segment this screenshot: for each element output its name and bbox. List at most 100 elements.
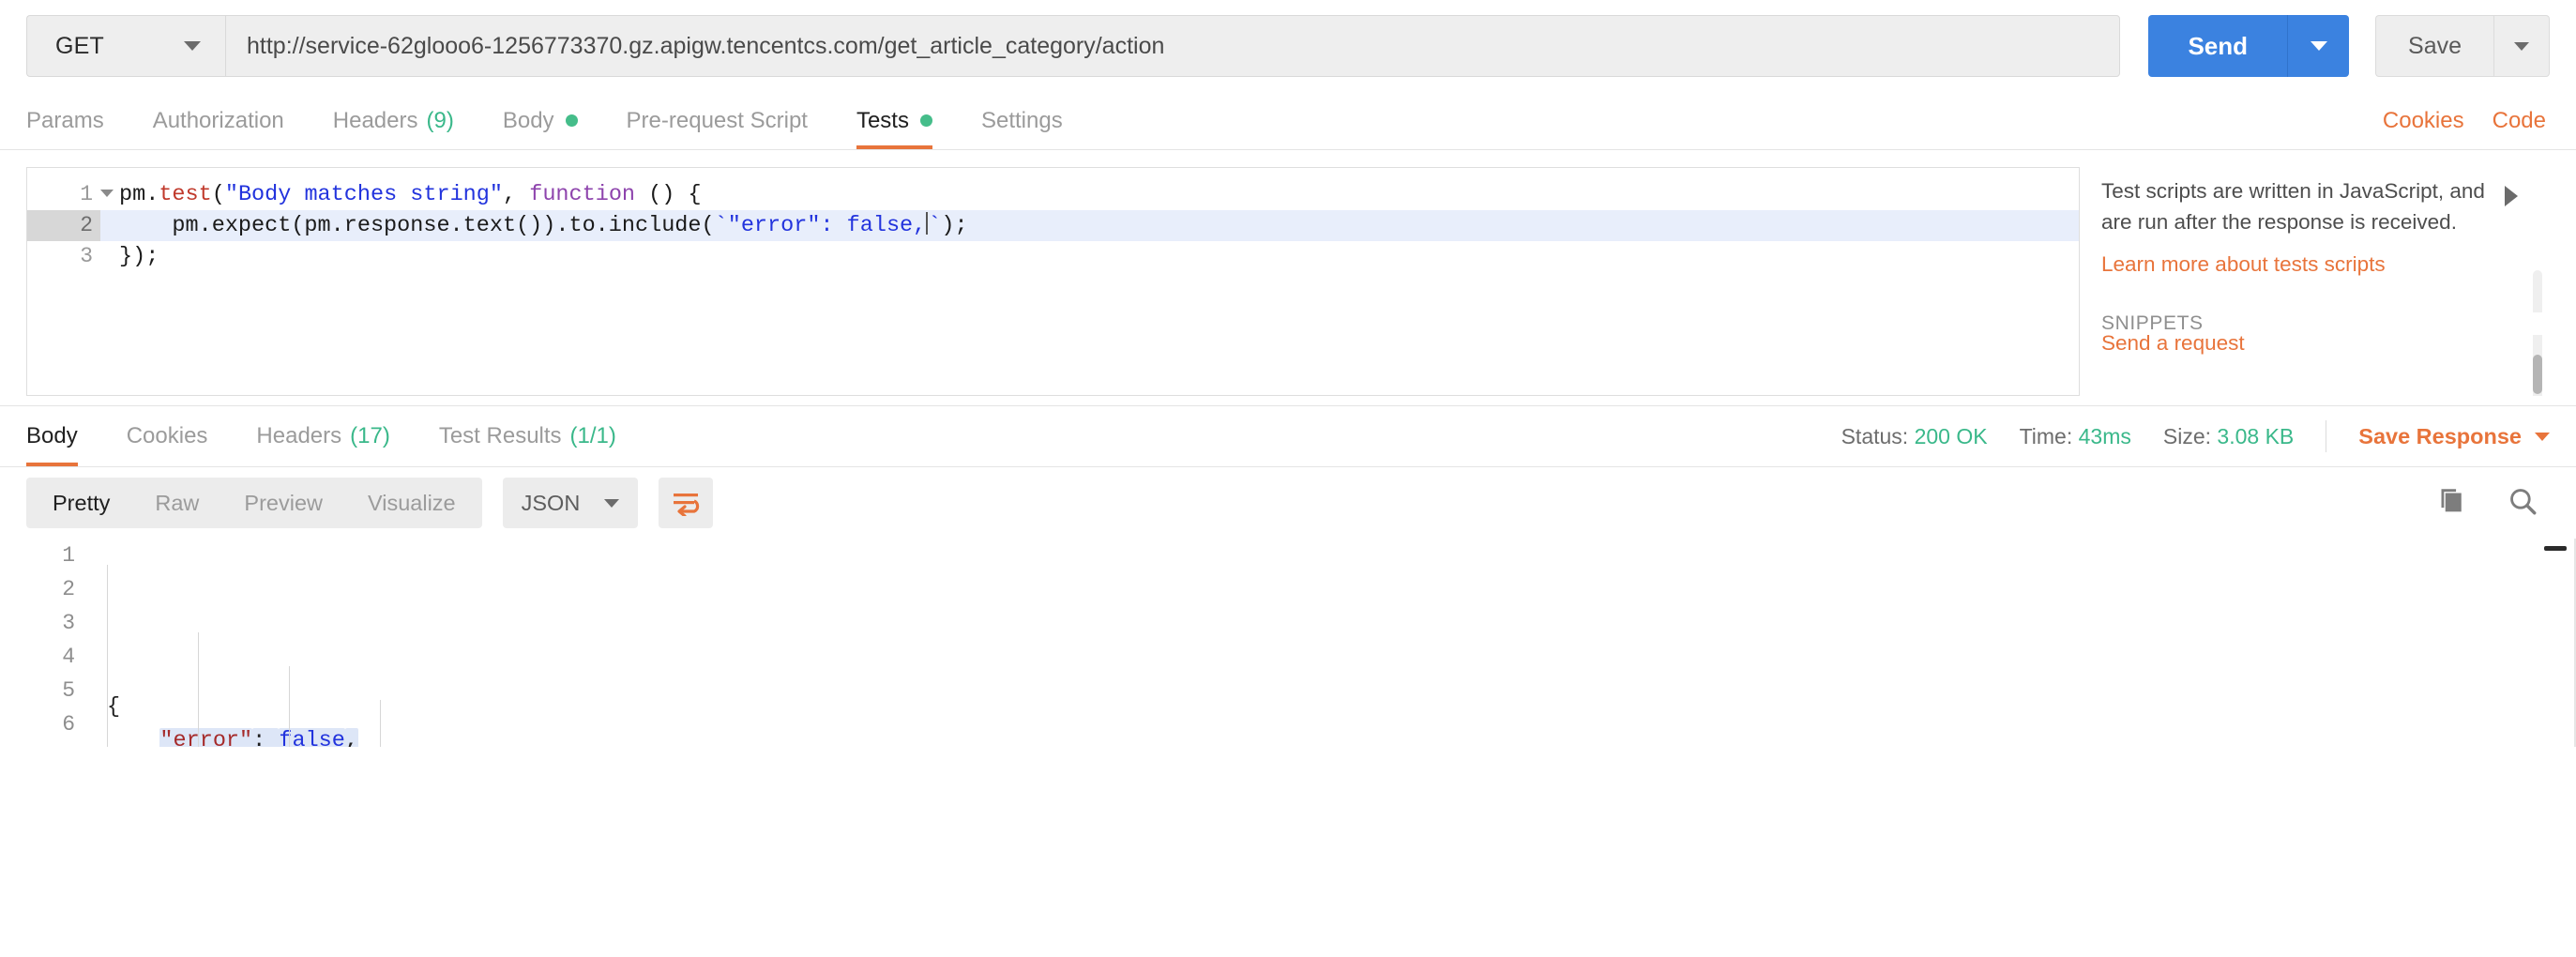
response-json-line: "error": false,: [107, 724, 2576, 747]
tab-label: Pre-request Script: [626, 107, 808, 133]
tab-label: Authorization: [152, 107, 284, 133]
request-url-input[interactable]: http://service-62glooo6-1256773370.gz.ap…: [225, 15, 2121, 77]
save-response-label: Save Response: [2358, 423, 2522, 448]
chevron-down-icon: [2514, 41, 2529, 51]
tests-docs-panel: Test scripts are written in JavaScript, …: [2081, 167, 2550, 396]
indent-guide: [289, 666, 290, 747]
word-wrap-toggle[interactable]: [659, 478, 714, 528]
tab-label: Headers: [256, 423, 342, 448]
code-token: `"error": false,: [714, 213, 927, 238]
json-token: ,: [344, 728, 358, 747]
editor-line-numbers: 12 3: [27, 168, 114, 395]
tab-tests[interactable]: Tests: [832, 92, 957, 149]
learn-more-link[interactable]: Learn more about tests scripts: [2101, 252, 2550, 277]
response-tab-test-results[interactable]: Test Results (1/1): [415, 406, 641, 466]
response-tab-headers[interactable]: Headers (17): [232, 406, 414, 466]
code-token: "Body matches string": [224, 182, 503, 207]
request-tab-bar: Params Authorization Headers (9) Body Pr…: [0, 92, 2576, 150]
search-icon: [2510, 488, 2537, 514]
size-label: Size:: [2162, 423, 2212, 448]
copy-button[interactable]: [2433, 485, 2465, 522]
body-view-mode-group: Pretty Raw Preview Visualize: [26, 478, 482, 528]
editor-code-line: });: [100, 241, 2079, 272]
editor-code-line: pm.expect(pm.response.text()).to.include…: [100, 210, 2079, 241]
cookies-link[interactable]: Cookies: [2383, 108, 2464, 134]
editor-code-line: pm.test("Body matches string", function …: [100, 179, 2079, 210]
chevron-down-icon: [2535, 432, 2550, 441]
code-link[interactable]: Code: [2493, 108, 2546, 134]
tests-editor-area: 12 3 pm.test("Body matches string", funct…: [0, 150, 2576, 396]
http-method-label: GET: [55, 32, 104, 59]
json-token: :: [252, 728, 280, 747]
status-dot-icon: [565, 114, 578, 127]
response-json-content[interactable]: { "error": false, "data": { "编程语言": [ { …: [84, 539, 2576, 747]
code-token: pm.: [119, 182, 159, 207]
snippets-scrollbar-thumb[interactable]: [2533, 355, 2542, 394]
save-options-button[interactable]: [2493, 15, 2550, 77]
tests-description: Test scripts are written in JavaScript, …: [2101, 179, 2485, 234]
save-response-button[interactable]: Save Response: [2358, 424, 2550, 449]
http-method-selector[interactable]: GET: [26, 15, 225, 77]
response-json-line: {: [107, 691, 2576, 724]
body-format-selector[interactable]: JSON: [502, 478, 639, 528]
view-mode-raw[interactable]: Raw: [132, 478, 221, 528]
tab-pre-request-script[interactable]: Pre-request Script: [602, 92, 832, 149]
response-body-viewer[interactable]: 123456789 { "error": false, "data": { "编…: [0, 539, 2576, 747]
code-token: test: [159, 182, 212, 207]
json-token: {: [107, 694, 121, 720]
snippets-header: SNIPPETS: [2101, 312, 2550, 336]
word-wrap-icon: [674, 494, 700, 516]
response-line-number: 6: [62, 712, 75, 737]
response-meta: Status: 200 OK Time: 43ms Size: 3.08 KB …: [1841, 406, 2550, 466]
copy-icon: [2441, 488, 2462, 511]
status-value: 200 OK: [1914, 423, 1988, 448]
view-mode-preview[interactable]: Preview: [221, 478, 345, 528]
tab-badge-count: (9): [426, 107, 454, 133]
triangle-right-icon[interactable]: [2505, 186, 2518, 206]
editor-line-number: 1: [27, 179, 114, 210]
indent-guide: [107, 565, 108, 747]
request-tabbar-actions: Cookies Code: [2383, 92, 2550, 149]
view-mode-visualize[interactable]: Visualize: [345, 478, 478, 528]
tab-label: Headers: [332, 107, 418, 133]
response-scrollbar-thumb[interactable]: [2544, 546, 2567, 551]
search-body-button[interactable]: [2507, 485, 2538, 522]
view-mode-pretty[interactable]: Pretty: [30, 478, 132, 528]
snippets-list: Send a requestStatus code: Code is 200Re…: [2101, 331, 2550, 396]
tab-label: Params: [26, 107, 104, 133]
save-button[interactable]: Save: [2375, 15, 2493, 77]
response-tab-bar: Body Cookies Headers (17) Test Results (…: [0, 405, 2576, 467]
response-line-number: 1: [62, 543, 75, 568]
response-line-numbers: 123456789: [26, 539, 84, 747]
tab-authorization[interactable]: Authorization: [129, 92, 309, 149]
size-meta: Size: 3.08 KB: [2163, 424, 2294, 449]
time-value: 43ms: [2078, 423, 2131, 448]
response-tab-body[interactable]: Body: [26, 406, 102, 466]
response-line-number: 5: [62, 678, 75, 703]
send-options-button[interactable]: [2287, 15, 2350, 77]
json-token: "error": [159, 728, 253, 747]
tab-settings[interactable]: Settings: [957, 92, 1087, 149]
code-token: pm.expect(pm.response.text()).to.include…: [119, 213, 715, 238]
tab-body[interactable]: Body: [478, 92, 602, 149]
send-button-group: Send: [2148, 15, 2350, 77]
editor-code-content[interactable]: pm.test("Body matches string", function …: [100, 168, 2079, 395]
send-button[interactable]: Send: [2148, 15, 2288, 77]
code-token: });: [119, 244, 159, 269]
tab-badge-count: (17): [350, 423, 390, 448]
request-url-bar: GET http://service-62glooo6-1256773370.g…: [0, 0, 2576, 92]
tab-params[interactable]: Params: [26, 92, 129, 149]
tests-code-editor[interactable]: 12 3 pm.test("Body matches string", funct…: [26, 167, 2080, 396]
response-tab-cookies[interactable]: Cookies: [102, 406, 233, 466]
tab-label: Settings: [980, 107, 1063, 133]
editor-line-number: 2: [27, 210, 100, 241]
status-dot-icon: [919, 114, 932, 127]
time-meta: Time: 43ms: [2020, 424, 2131, 449]
save-button-group: Save: [2375, 15, 2550, 77]
body-format-label: JSON: [521, 490, 581, 515]
tab-headers[interactable]: Headers (9): [309, 92, 478, 149]
size-value: 3.08 KB: [2217, 423, 2295, 448]
editor-line-number: 3: [80, 244, 93, 268]
code-token: () {: [635, 182, 702, 207]
